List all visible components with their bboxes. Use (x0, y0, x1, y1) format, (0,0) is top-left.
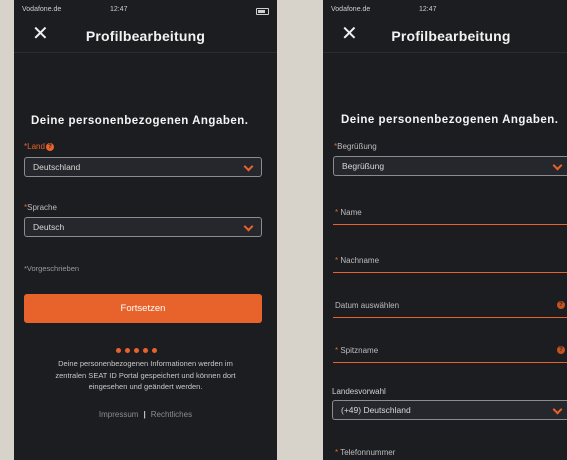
help-icon[interactable]: ? (557, 346, 565, 354)
language-select[interactable]: Deutsch (24, 217, 262, 237)
section-heading: Deine personenbezogenen Angaben. (31, 115, 249, 127)
continue-button-label: Fortsetzen (120, 303, 166, 314)
phone-number-field[interactable]: * Telefonnummer (333, 446, 567, 460)
page-dot[interactable] (134, 348, 139, 353)
phone-screen-personal-details: Vodafone.de 12:47 ✕ Profilbearbeitung De… (323, 0, 567, 460)
privacy-info-text: Deine personenbezogenen Informationen we… (55, 359, 236, 391)
page-dot[interactable] (116, 348, 121, 353)
section-heading: Deine personenbezogenen Angaben. (341, 114, 559, 126)
help-icon[interactable]: ? (45, 142, 54, 151)
page-dot[interactable] (125, 348, 130, 353)
nav-header: ✕ Profilbearbeitung (323, 18, 567, 53)
nickname-field[interactable]: * Spitzname ? (333, 344, 567, 363)
country-label: *Land? (24, 142, 54, 151)
clock: 12:47 (419, 6, 437, 13)
status-bar: Vodafone.de 12:47 (323, 6, 567, 18)
required-note: *Vorgeschrieben (24, 264, 80, 273)
nav-header: ✕ Profilbearbeitung (14, 18, 277, 53)
dial-code-select[interactable]: (+49) Deutschland (332, 400, 567, 420)
chevron-down-icon (552, 160, 563, 171)
carrier-name: Vodafone.de (331, 6, 371, 13)
surname-field[interactable]: * Nachname (333, 254, 567, 273)
salutation-select[interactable]: Begrüßung (333, 156, 567, 176)
page-dot[interactable] (143, 348, 148, 353)
battery-icon (256, 8, 269, 15)
chevron-down-icon (552, 404, 563, 415)
page-title: Profilbearbeitung (391, 28, 511, 44)
dial-code-label: Landesvorwahl (332, 387, 386, 396)
country-select[interactable]: Deutschland (24, 157, 262, 177)
help-icon[interactable]: ? (557, 301, 565, 309)
salutation-select-value: Begrüßung (342, 161, 385, 171)
status-bar: Vodafone.de 12:47 (14, 6, 277, 18)
carrier-name: Vodafone.de (22, 6, 62, 13)
legal-link[interactable]: Rechtliches (151, 410, 192, 419)
footer-separator: | (143, 410, 146, 419)
date-picker-field[interactable]: Datum auswählen ? (333, 299, 567, 318)
salutation-label: *Begrüßung (334, 142, 377, 151)
name-field[interactable]: * Name (333, 206, 567, 225)
clock: 12:47 (110, 6, 128, 13)
footer-links: Impressum | Rechtliches (14, 410, 277, 419)
language-label: *Sprache (24, 203, 57, 212)
continue-button[interactable]: Fortsetzen (24, 294, 262, 323)
chevron-down-icon (243, 221, 254, 232)
page-title: Profilbearbeitung (85, 28, 206, 44)
chevron-down-icon (243, 161, 254, 172)
imprint-link[interactable]: Impressum (99, 410, 139, 419)
language-select-value: Deutsch (33, 222, 65, 232)
page-dot[interactable] (152, 348, 157, 353)
phone-screen-country-language: Vodafone.de 12:47 ✕ Profilbearbeitung De… (14, 0, 277, 460)
country-select-value: Deutschland (33, 162, 81, 172)
page-indicator (116, 348, 166, 354)
dial-code-select-value: (+49) Deutschland (341, 405, 411, 415)
